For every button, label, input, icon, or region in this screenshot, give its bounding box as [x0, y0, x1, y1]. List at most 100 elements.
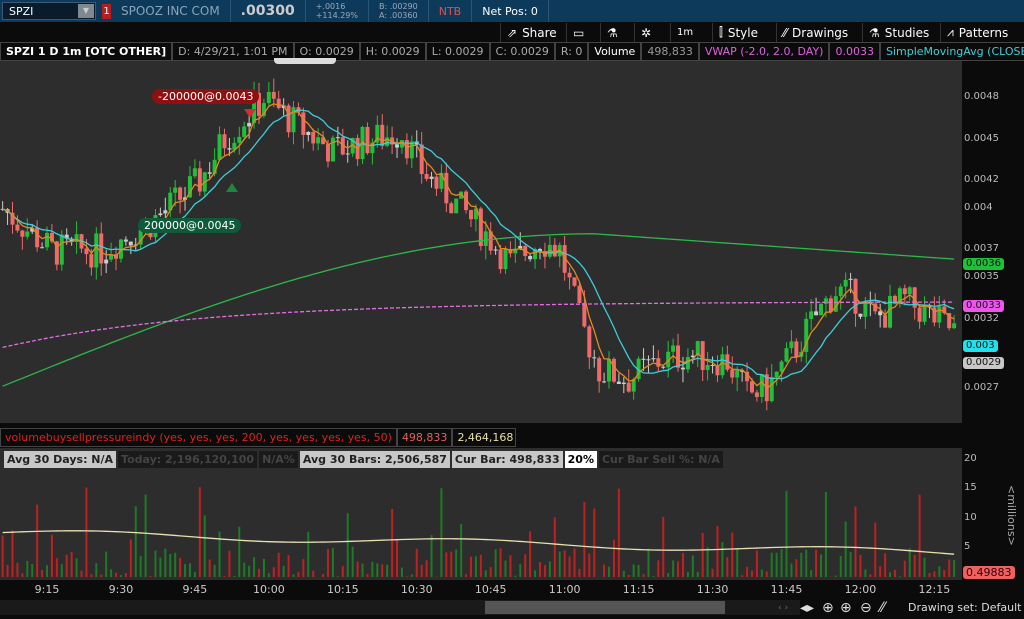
alerts-button[interactable]: ▭: [566, 23, 590, 42]
chevron-down-icon[interactable]: ▼: [78, 4, 94, 18]
volume-bar: [696, 571, 699, 577]
volume-bar: [499, 548, 502, 577]
volume-bar: [346, 513, 349, 577]
candle: [99, 233, 104, 264]
candle: [192, 168, 197, 177]
price-tick: 0.0042: [964, 174, 999, 186]
vwap-label: VWAP (-2.0, 2.0, DAY): [698, 42, 830, 61]
crosshair-icon[interactable]: ⊕: [822, 600, 834, 616]
time-tick: 12:15: [918, 583, 951, 596]
volume-bar: [16, 562, 19, 577]
candle: [20, 230, 25, 237]
volume-bar: [60, 564, 63, 577]
volume-bar: [795, 559, 798, 577]
volume-bar: [612, 539, 615, 577]
bid: B: .00290: [379, 2, 418, 11]
volume-bar: [563, 550, 566, 577]
candle: [878, 311, 883, 316]
volume-bar: [672, 560, 675, 577]
volume-bar: [257, 568, 260, 577]
buy-order-label[interactable]: 200000@0.0045: [138, 218, 242, 233]
alert-icon: ▭: [573, 25, 585, 40]
volume-bar: [691, 555, 694, 577]
volume-bar: [760, 569, 763, 577]
volume-bar: [445, 552, 448, 577]
volume-bar: [31, 563, 34, 577]
studies-label: Studies: [884, 25, 930, 40]
flask-icon: ⚗: [869, 25, 880, 40]
candle: [769, 377, 774, 402]
style-button[interactable]: ⫿ Style: [712, 23, 764, 42]
scroll-left-right-icon[interactable]: ‹ ›: [778, 603, 788, 613]
volume-bar: [509, 555, 512, 577]
candle: [498, 249, 503, 270]
candle: [483, 231, 488, 246]
drawing-tool-icon[interactable]: ⁄⁄: [880, 600, 885, 616]
volume-unit: <millions>: [1005, 485, 1018, 546]
volume-bar: [903, 560, 906, 577]
net-position: Net Pos: 0: [472, 0, 549, 22]
volume-bar: [913, 554, 916, 577]
candle: [661, 366, 666, 368]
volume-bar: [568, 556, 571, 577]
candle: [819, 303, 824, 316]
volume-bar: [780, 549, 783, 577]
volume-bar: [529, 531, 532, 577]
sell-order-label[interactable]: -200000@0.0043: [152, 89, 260, 104]
volume-bar: [854, 506, 857, 577]
buy-arrow-icon: [226, 183, 238, 192]
drawings-button[interactable]: ⁄⁄ Drawings: [776, 23, 854, 42]
candle: [848, 278, 853, 280]
volume-bar: [884, 553, 887, 577]
volume-bar: [603, 564, 606, 577]
price-badge: 0.003: [963, 340, 998, 353]
settings-button[interactable]: ✲: [634, 23, 657, 42]
volume-bar: [820, 554, 823, 577]
flask-icon: ⚗: [607, 25, 618, 40]
candle: [316, 137, 321, 144]
na-pct: N/A%: [259, 451, 298, 468]
legend-range: R: 0: [554, 42, 589, 61]
time-tick: 11:30: [696, 583, 729, 596]
volume-bar: [469, 556, 472, 577]
price-chart[interactable]: [0, 61, 962, 423]
volume-bar: [637, 564, 640, 577]
volume-bar: [322, 574, 325, 577]
alert-badge[interactable]: 1: [102, 3, 111, 19]
flask-button[interactable]: ⚗: [600, 23, 624, 42]
timeframe-button[interactable]: 1m: [670, 23, 699, 42]
volume-bar: [55, 558, 58, 577]
volume-bar: [1, 535, 4, 577]
volume-bar: [307, 531, 310, 577]
candle: [952, 323, 957, 329]
symbol-input[interactable]: SPZI ▼: [2, 2, 96, 20]
volume-tick: 10: [964, 511, 977, 523]
expand-icon[interactable]: ◂▸: [800, 600, 814, 616]
volume-bar: [539, 562, 541, 577]
candle: [759, 374, 764, 397]
share-button[interactable]: ⇗ Share: [500, 23, 563, 42]
high-bubble: [274, 58, 336, 64]
studies-button[interactable]: ⚗ Studies: [862, 23, 935, 42]
volume-bar: [391, 508, 394, 577]
volume-bar: [198, 487, 201, 577]
volume-bar: [755, 550, 758, 577]
sma-label: SimpleMovingAvg (CLOSE, 20, 0,...: [879, 42, 1024, 61]
volume-bar: [115, 572, 118, 577]
volume-bar: [489, 567, 492, 577]
candle: [237, 136, 242, 143]
drawing-set[interactable]: Drawing set: Default: [908, 601, 1021, 614]
zoom-out-icon[interactable]: ⊖: [860, 600, 872, 616]
volume-bar: [494, 549, 497, 577]
volume-bar: [632, 564, 635, 577]
candle: [888, 295, 893, 328]
last-price: .00300: [231, 0, 306, 22]
candle: [311, 131, 316, 144]
scrollbar-thumb[interactable]: [485, 601, 725, 614]
volume-bar: [844, 521, 847, 577]
candle: [597, 358, 602, 382]
volume-bar: [785, 490, 788, 577]
zoom-in-icon[interactable]: ⊕: [840, 600, 852, 616]
sma20-line: [2, 109, 955, 380]
candle: [385, 137, 390, 146]
